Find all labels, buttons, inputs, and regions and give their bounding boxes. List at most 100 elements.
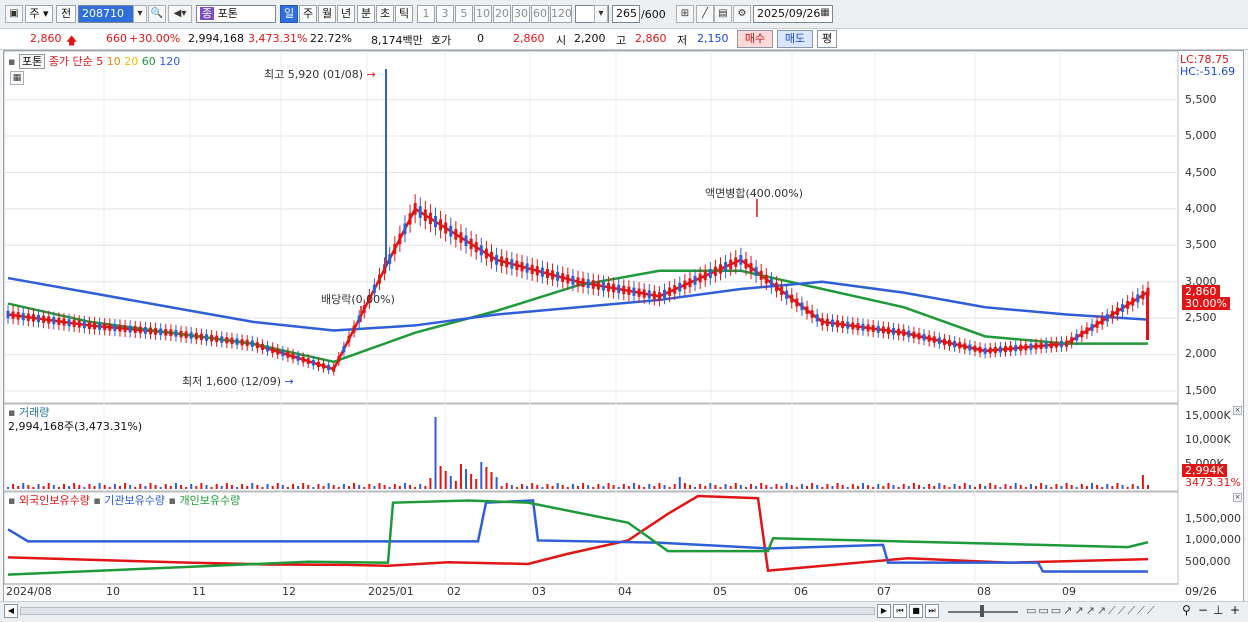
- volume-bar: [261, 487, 264, 489]
- holding-tick: 1,500,000: [1185, 512, 1241, 525]
- period-tick[interactable]: 틱: [395, 5, 413, 23]
- first-page-icon[interactable]: ⏮: [893, 604, 907, 618]
- open-price: 2,200: [574, 32, 606, 45]
- eval-button[interactable]: 평: [817, 30, 837, 48]
- volume-bar: [1009, 486, 1012, 489]
- chart-area[interactable]: ▪ 포톤 종가 단순 5 10 20 60 120 ▦ LC:78.75 HC:…: [3, 50, 1244, 602]
- volume-bar: [83, 487, 86, 489]
- scroll-right-icon[interactable]: ▶: [877, 604, 891, 618]
- candle-body: [72, 319, 76, 327]
- interval-30[interactable]: 30: [512, 5, 530, 23]
- buy-button[interactable]: 매수: [737, 30, 773, 48]
- interval-dropdown-icon[interactable]: ▾: [594, 5, 608, 23]
- calendar-icon[interactable]: ▦: [818, 5, 832, 23]
- panel-close-icon[interactable]: ×: [1233, 493, 1242, 502]
- candle-body: [245, 339, 249, 347]
- candle-body: [510, 259, 514, 269]
- volume-bar: [979, 484, 982, 489]
- volume-bar: [419, 484, 422, 489]
- panel-close-icon[interactable]: ×: [1233, 406, 1242, 415]
- annot-high: 최고 5,920 (01/08) →: [264, 68, 376, 81]
- stop-icon[interactable]: ■: [909, 604, 923, 618]
- volume-bar: [444, 471, 447, 489]
- chart-window-icon[interactable]: ▣: [5, 5, 23, 23]
- volume-bar: [414, 487, 417, 489]
- stock-tag[interactable]: 포톤: [18, 54, 46, 69]
- volume-bar: [673, 484, 676, 489]
- speaker-icon[interactable]: ◀▾: [168, 5, 192, 23]
- candle-body: [21, 312, 25, 321]
- interval-20[interactable]: 20: [493, 5, 511, 23]
- save-icon[interactable]: ▤: [714, 5, 732, 23]
- volume-bar: [648, 484, 651, 489]
- candle-body: [571, 275, 575, 285]
- draw-tool-icon[interactable]: ╱: [696, 5, 714, 23]
- ma60-label: 60: [141, 55, 156, 68]
- stock-name-field[interactable]: 종 포톤: [196, 5, 276, 23]
- candle-body: [683, 280, 687, 290]
- zoom-search-icon[interactable]: ⚲: [1182, 603, 1191, 617]
- candle-body: [235, 338, 239, 345]
- volume-bar: [546, 484, 549, 489]
- volume-bar: [582, 483, 585, 489]
- volume-bar: [1131, 484, 1134, 489]
- count-input[interactable]: 265: [612, 5, 640, 23]
- volume-bar: [1091, 483, 1094, 489]
- zoom-in-icon[interactable]: +: [1230, 603, 1240, 617]
- volume-bar: [765, 485, 768, 489]
- period-second[interactable]: 초: [376, 5, 394, 23]
- volume-bar: [1121, 485, 1124, 489]
- interval-5[interactable]: 5: [455, 5, 473, 23]
- volume-bar: [953, 484, 956, 489]
- holding-tick: 1,000,000: [1185, 533, 1241, 546]
- holding-tick: 500,000: [1185, 555, 1231, 568]
- period-minute[interactable]: 분: [357, 5, 375, 23]
- last-page-icon[interactable]: ⏭: [925, 604, 939, 618]
- interval-60[interactable]: 60: [531, 5, 549, 23]
- candle-body: [948, 339, 952, 347]
- interval-10[interactable]: 10: [474, 5, 492, 23]
- candle-body: [556, 271, 560, 281]
- sell-button[interactable]: 매도: [777, 30, 813, 48]
- table-icon[interactable]: ▦: [10, 71, 24, 85]
- chart-type-icon[interactable]: ⊞: [676, 5, 694, 23]
- candle-body: [1090, 324, 1094, 331]
- prev-button[interactable]: 전: [56, 5, 76, 23]
- drawing-tools[interactable]: ▭▭▭↗↗↗↗⟋⟋⟋⟋⟋: [1026, 604, 1157, 618]
- horizontal-scrollbar[interactable]: [20, 607, 875, 615]
- dropdown-arrow-icon[interactable]: ▾: [133, 5, 147, 23]
- candle-body: [810, 310, 814, 318]
- scroll-left-icon[interactable]: ◀: [4, 604, 18, 618]
- volume-bar: [1060, 486, 1063, 489]
- price-tick: 4,000: [1185, 202, 1217, 215]
- volume-bar: [17, 486, 20, 489]
- zoom-slider-handle[interactable]: [980, 605, 984, 617]
- volume-bar: [678, 477, 681, 489]
- candle-body: [820, 318, 824, 326]
- volume-bar: [897, 487, 900, 489]
- volume-bar: [347, 486, 350, 489]
- period-month[interactable]: 월: [318, 5, 336, 23]
- search-icon[interactable]: 🔍: [148, 5, 166, 23]
- volume-bar: [770, 487, 773, 489]
- gear-icon[interactable]: ⚙: [733, 5, 751, 23]
- volume-bar: [973, 487, 976, 489]
- stock-code-input[interactable]: 208710: [78, 5, 134, 23]
- interval-1[interactable]: 1: [417, 5, 435, 23]
- interval-3[interactable]: 3: [436, 5, 454, 23]
- price-legend: ▪ 포톤 종가 단순 5 10 20 60 120: [8, 54, 181, 69]
- period-week[interactable]: 주: [299, 5, 317, 23]
- volume-bar: [403, 483, 406, 489]
- candle-body: [87, 321, 91, 329]
- candle-body: [423, 209, 427, 221]
- interval-120[interactable]: 120: [550, 5, 572, 23]
- period-select[interactable]: 주 ▾: [25, 5, 53, 23]
- volume-bar: [785, 483, 788, 489]
- volume-bar: [846, 487, 849, 489]
- period-day[interactable]: 일: [280, 5, 298, 23]
- volume-bar: [185, 487, 188, 489]
- candle-body: [1115, 307, 1119, 316]
- zoom-out-icon[interactable]: −: [1198, 603, 1208, 617]
- reset-icon[interactable]: ⊥: [1213, 603, 1223, 617]
- period-year[interactable]: 년: [337, 5, 355, 23]
